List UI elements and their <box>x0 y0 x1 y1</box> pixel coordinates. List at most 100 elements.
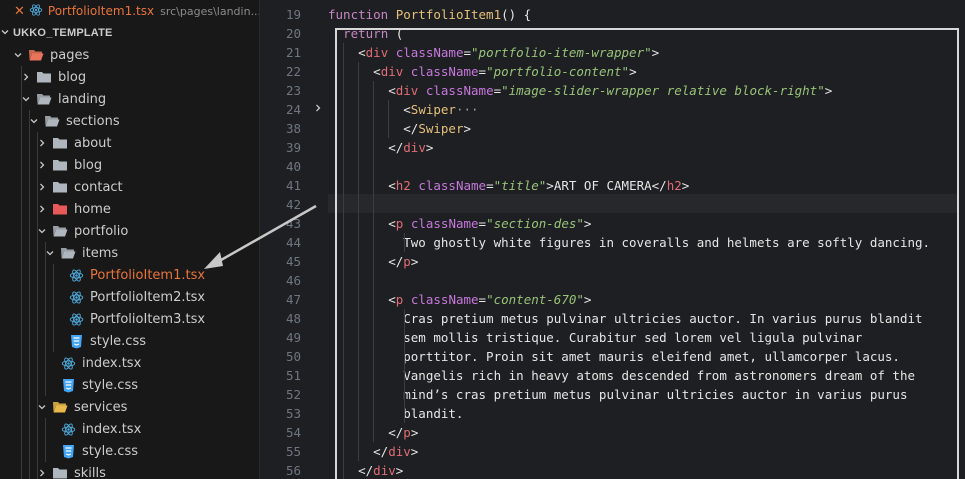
folder-icon <box>52 179 68 195</box>
line-number: 21 <box>285 45 301 60</box>
tree-item-label: services <box>74 399 128 415</box>
chevron-down-icon <box>0 27 10 40</box>
editor-indent-guide <box>358 62 360 461</box>
editor-indent-guide <box>403 233 405 252</box>
editor-indent-guide <box>343 43 345 479</box>
tree-item[interactable]: about <box>0 132 259 154</box>
tree-item[interactable]: home <box>0 198 259 220</box>
chevron-right-icon <box>36 468 48 478</box>
editor-indent-guide <box>373 81 375 442</box>
workspace-header[interactable]: UKKO_TEMPLATE <box>0 22 259 44</box>
open-editor-item[interactable]: ✕ PortfolioItem1.tsx src\pages\landin... <box>0 0 260 22</box>
line-number: 39 <box>285 140 301 155</box>
css-icon <box>60 443 76 459</box>
tree-item[interactable]: blog <box>0 66 259 88</box>
line-number: 54 <box>285 425 301 440</box>
tree-item[interactable]: style.css <box>0 440 259 462</box>
chevron-right-icon <box>36 182 48 192</box>
tree-item-label: landing <box>58 91 107 107</box>
tree-item[interactable]: PortfolioItem2.tsx <box>0 286 259 308</box>
tree-item[interactable]: sections <box>0 110 259 132</box>
tree-item-label: style.css <box>82 377 138 393</box>
chevron-down-icon <box>12 50 24 60</box>
tree-item-label: home <box>74 201 111 217</box>
line-number: 41 <box>285 178 301 193</box>
tree-item[interactable]: skills <box>0 462 259 479</box>
tree-item-label: contact <box>74 179 123 195</box>
folder-open-icon <box>36 91 52 107</box>
line-number: 48 <box>285 311 301 326</box>
folder-icon <box>52 135 68 151</box>
tree-item[interactable]: index.tsx <box>0 418 259 440</box>
line-number: 49 <box>285 330 301 345</box>
line-number: 46 <box>285 273 301 288</box>
code-editor[interactable]: 19 function PortfolioItem1() {20 return (… <box>261 0 965 479</box>
tree-item-label: style.css <box>90 333 146 349</box>
chevron-down-icon <box>20 94 32 104</box>
tree-item[interactable]: items <box>0 242 259 264</box>
folder-icon <box>52 465 68 479</box>
line-number: 51 <box>285 368 301 383</box>
line-number: 45 <box>285 254 301 269</box>
line-number: 44 <box>285 235 301 250</box>
tree-item[interactable]: blog <box>0 154 259 176</box>
react-icon <box>68 289 84 305</box>
selection-frame <box>335 28 959 479</box>
tree-item-label: PortfolioItem3.tsx <box>90 311 206 327</box>
workspace-title: UKKO_TEMPLATE <box>13 27 113 39</box>
line-number: 22 <box>285 64 301 79</box>
code-token: () { <box>501 7 532 22</box>
folder-open-icon <box>60 245 76 261</box>
tree-item[interactable]: landing <box>0 88 259 110</box>
tree-item[interactable]: portfolio <box>0 220 259 242</box>
line-number: 38 <box>285 121 301 136</box>
tree-item[interactable]: index.tsx <box>0 352 259 374</box>
close-icon[interactable]: ✕ <box>14 4 25 19</box>
tree-item-label: blog <box>58 69 87 85</box>
tree-item[interactable]: style.css <box>0 330 259 352</box>
fold-chevron-icon[interactable] <box>313 100 323 119</box>
chevron-down-icon <box>36 226 48 236</box>
tree-item[interactable]: pages <box>0 44 259 66</box>
open-editor-path: src\pages\landin... <box>160 4 260 18</box>
line-number: 43 <box>285 216 301 231</box>
chevron-right-icon <box>20 72 32 82</box>
tree-item-label: PortfolioItem2.tsx <box>90 289 206 305</box>
line-number: 50 <box>285 349 301 364</box>
chevron-right-icon <box>36 204 48 214</box>
tree-item[interactable]: style.css <box>0 374 259 396</box>
open-editor-filename: PortfolioItem1.tsx <box>47 4 155 18</box>
folder-open-icon <box>52 223 68 239</box>
folder-open-icon <box>44 113 60 129</box>
line-number: 52 <box>285 387 301 402</box>
line-number: 23 <box>285 83 301 98</box>
chevron-right-icon <box>36 160 48 170</box>
react-icon <box>60 421 76 437</box>
line-number: 55 <box>285 444 301 459</box>
tree-item[interactable]: services <box>0 396 259 418</box>
code-token: PortfolioItem1 <box>395 7 502 22</box>
tree-item-label: index.tsx <box>82 355 142 371</box>
tree-item-label: index.tsx <box>82 421 142 437</box>
tree-item-label: style.css <box>82 443 138 459</box>
code-token: function <box>328 7 396 22</box>
explorer-sidebar: ✕ PortfolioItem1.tsx src\pages\landin...… <box>0 0 260 479</box>
tree-item[interactable]: contact <box>0 176 259 198</box>
tree-item[interactable]: PortfolioItem3.tsx <box>0 308 259 330</box>
tree-item[interactable]: PortfolioItem1.tsx <box>0 264 259 286</box>
folder-icon <box>36 69 52 85</box>
tree-item-label: about <box>74 135 112 151</box>
tree-item-label: portfolio <box>74 223 129 239</box>
code-line[interactable]: function PortfolioItem1() { <box>328 5 531 24</box>
folder-icon <box>52 201 68 217</box>
tree-item-label: blog <box>74 157 103 173</box>
react-icon <box>68 267 84 283</box>
tree-item-label: pages <box>50 47 90 63</box>
tree-item-label: skills <box>74 465 106 479</box>
line-number: 42 <box>285 197 301 212</box>
editor-indent-guide <box>403 309 405 423</box>
folder-icon <box>52 157 68 173</box>
tree-item-label: sections <box>66 113 120 129</box>
chevron-down-icon <box>28 116 40 126</box>
css-icon <box>60 377 76 393</box>
